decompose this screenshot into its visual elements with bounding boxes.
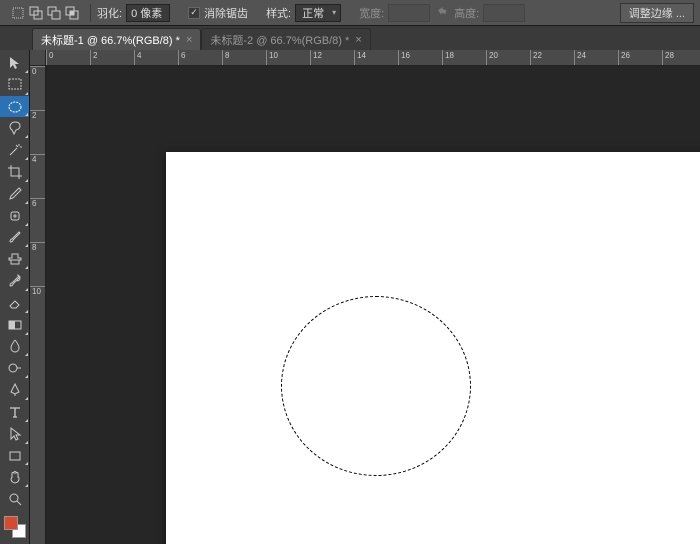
horizontal-ruler[interactable]: 024681012141618202224262830: [46, 50, 700, 66]
ellipse-marquee-tool[interactable]: [0, 96, 29, 118]
canvas-viewport[interactable]: [46, 66, 700, 544]
intersect-selection-icon[interactable]: [64, 5, 80, 21]
tab-doc-2[interactable]: 未标题-2 @ 66.7%(RGB/8) * ×: [201, 28, 370, 50]
rect-marquee-tool[interactable]: [0, 74, 29, 96]
path-select-tool[interactable]: [0, 423, 29, 445]
vertical-ruler[interactable]: 0246810: [30, 66, 46, 544]
magic-wand-tool[interactable]: [0, 139, 29, 161]
lasso-tool[interactable]: [0, 117, 29, 139]
close-icon[interactable]: ×: [355, 34, 361, 46]
add-selection-icon[interactable]: [28, 5, 44, 21]
shape-tool[interactable]: [0, 445, 29, 467]
feather-label: 羽化:: [97, 5, 122, 21]
hand-tool[interactable]: [0, 466, 29, 488]
color-swatch[interactable]: [4, 516, 26, 538]
document-tabs: 未标题-1 @ 66.7%(RGB/8) * × 未标题-2 @ 66.7%(R…: [0, 26, 700, 50]
crop-tool[interactable]: [0, 161, 29, 183]
style-label: 样式:: [266, 5, 291, 21]
clone-stamp-tool[interactable]: [0, 248, 29, 270]
height-input: [483, 4, 525, 22]
refine-edge-button[interactable]: 调整边缘 ...: [620, 3, 694, 23]
eraser-tool[interactable]: [0, 292, 29, 314]
blur-tool[interactable]: [0, 336, 29, 358]
antialias-checkbox[interactable]: ✓: [188, 7, 200, 19]
brush-tool[interactable]: [0, 227, 29, 249]
selection-mode-group: [6, 5, 84, 21]
gradient-tool[interactable]: [0, 314, 29, 336]
height-label: 高度:: [454, 5, 479, 21]
elliptical-selection[interactable]: [281, 296, 471, 476]
foreground-color[interactable]: [4, 516, 18, 530]
options-bar: 羽化: ✓ 消除锯齿 样式: 正常 宽度: 高度: 调整边缘 ...: [0, 0, 700, 26]
swap-wh-icon: [434, 5, 450, 21]
feather-input[interactable]: [126, 4, 170, 22]
new-selection-icon[interactable]: [10, 5, 26, 21]
zoom-tool[interactable]: [0, 488, 29, 510]
style-select[interactable]: 正常: [295, 4, 341, 22]
healing-brush-tool[interactable]: [0, 205, 29, 227]
ruler-origin[interactable]: [30, 50, 46, 66]
tab-doc-1[interactable]: 未标题-1 @ 66.7%(RGB/8) * ×: [32, 28, 201, 50]
tab-label: 未标题-1 @ 66.7%(RGB/8) *: [41, 32, 180, 48]
dodge-tool[interactable]: [0, 357, 29, 379]
close-icon[interactable]: ×: [186, 34, 192, 46]
move-tool[interactable]: [0, 52, 29, 74]
tools-panel: [0, 50, 30, 544]
antialias-label: 消除锯齿: [204, 5, 248, 21]
tab-label: 未标题-2 @ 66.7%(RGB/8) *: [210, 32, 349, 48]
history-brush-tool[interactable]: [0, 270, 29, 292]
width-label: 宽度:: [359, 5, 384, 21]
width-input: [388, 4, 430, 22]
subtract-selection-icon[interactable]: [46, 5, 62, 21]
document-canvas[interactable]: [166, 152, 700, 544]
type-tool[interactable]: [0, 401, 29, 423]
eyedropper-tool[interactable]: [0, 183, 29, 205]
pen-tool[interactable]: [0, 379, 29, 401]
